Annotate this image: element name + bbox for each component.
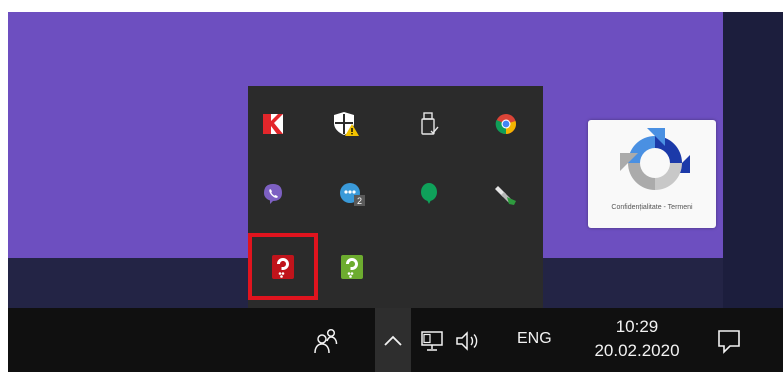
windows-security-warning-icon bbox=[334, 112, 359, 136]
tray-item-red-security-key-highlighted[interactable] bbox=[248, 233, 318, 300]
network-ethernet-icon bbox=[421, 331, 443, 351]
volume-button[interactable] bbox=[454, 328, 484, 354]
chevron-up-icon bbox=[384, 335, 402, 346]
green-balloon-icon bbox=[421, 183, 437, 204]
clock-time: 10:29 bbox=[615, 317, 659, 336]
action-center-button[interactable] bbox=[714, 326, 744, 356]
recaptcha-links[interactable]: Confidențialitate - Termeni bbox=[588, 204, 716, 211]
clock-date: 20.02.2020 bbox=[594, 341, 680, 360]
usb-eject-icon bbox=[495, 186, 516, 205]
red-security-key-icon bbox=[272, 254, 294, 279]
chat-badge-2-icon: 2 bbox=[340, 183, 365, 206]
tray-item-chat-badge[interactable]: 2 bbox=[332, 174, 372, 214]
tray-item-chrome[interactable] bbox=[486, 104, 526, 144]
tray-item-kaspersky[interactable] bbox=[253, 104, 293, 144]
chrome-icon bbox=[495, 114, 516, 135]
svg-text:2: 2 bbox=[357, 196, 362, 206]
taskbar: ENG 10:29 20.02.2020 bbox=[8, 308, 783, 372]
tray-item-green-balloon[interactable] bbox=[409, 174, 449, 214]
green-security-key-icon bbox=[341, 255, 363, 279]
people-button[interactable] bbox=[311, 326, 343, 356]
tray-item-viber[interactable] bbox=[253, 174, 293, 214]
kaspersky-icon bbox=[263, 114, 283, 134]
speaker-icon bbox=[456, 331, 478, 351]
tray-item-usb-eject[interactable] bbox=[486, 174, 526, 214]
desktop-dark-edge bbox=[723, 12, 783, 308]
notification-icon bbox=[718, 330, 740, 354]
recaptcha-badge[interactable]: Confidențialitate - Termeni bbox=[588, 120, 716, 228]
recaptcha-logo-icon bbox=[620, 128, 690, 190]
clock[interactable]: 10:29 20.02.2020 bbox=[582, 316, 692, 364]
network-button[interactable] bbox=[420, 328, 446, 354]
tray-overflow-flyout: 2 bbox=[248, 86, 543, 308]
usb-drive-icon bbox=[421, 112, 439, 135]
tray-item-windows-security[interactable] bbox=[326, 104, 366, 144]
show-hidden-icons-button[interactable] bbox=[375, 308, 411, 372]
language-indicator[interactable]: ENG bbox=[517, 330, 552, 348]
viber-icon bbox=[264, 184, 282, 204]
people-icon bbox=[314, 328, 338, 354]
tray-item-green-security-key[interactable] bbox=[332, 247, 372, 287]
tray-item-usb-drive[interactable] bbox=[409, 104, 449, 144]
